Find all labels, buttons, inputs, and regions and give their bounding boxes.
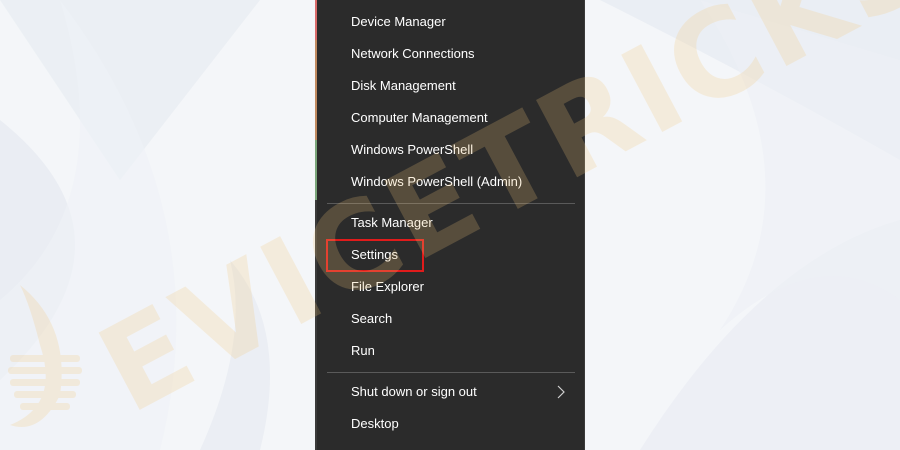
menu-item-label: Settings: [351, 247, 398, 262]
menu-separator: [327, 372, 575, 373]
menu-item-desktop[interactable]: Desktop: [327, 409, 573, 439]
menu-item-label: Device Manager: [351, 14, 446, 29]
menu-item-label: File Explorer: [351, 279, 424, 294]
menu-item-label: Network Connections: [351, 46, 475, 61]
menu-left-accent: [315, 0, 317, 450]
menu-item-label: Run: [351, 343, 375, 358]
menu-item-label: Task Manager: [351, 215, 433, 230]
menu-item-label: Shut down or sign out: [351, 384, 477, 399]
menu-item-label: Computer Management: [351, 110, 488, 125]
menu-item-shut-down-or-sign-out[interactable]: Shut down or sign out: [327, 377, 573, 407]
menu-item-search[interactable]: Search: [327, 304, 573, 334]
menu-item-run[interactable]: Run: [327, 336, 573, 366]
menu-item-disk-management[interactable]: Disk Management: [327, 71, 573, 101]
menu-item-label: Windows PowerShell: [351, 142, 474, 157]
menu-item-settings[interactable]: Settings: [327, 240, 573, 270]
menu-item-file-explorer[interactable]: File Explorer: [327, 272, 573, 302]
menu-item-network-connections[interactable]: Network Connections: [327, 39, 573, 69]
menu-item-label: Windows PowerShell (Admin): [351, 174, 523, 189]
menu-separator: [327, 203, 575, 204]
menu-item-label: Search: [351, 311, 393, 326]
menu-item-task-manager[interactable]: Task Manager: [327, 208, 573, 238]
menu-item-windows-powershell[interactable]: Windows PowerShell: [327, 135, 573, 165]
menu-item-device-manager[interactable]: Device Manager: [327, 7, 573, 37]
menu-item-windows-powershell-admin[interactable]: Windows PowerShell (Admin): [327, 167, 573, 197]
menu-item-label: Disk Management: [351, 78, 456, 93]
menu-item-label: Desktop: [351, 416, 399, 431]
menu-item-computer-management[interactable]: Computer Management: [327, 103, 573, 133]
chevron-right-icon: [557, 385, 565, 399]
